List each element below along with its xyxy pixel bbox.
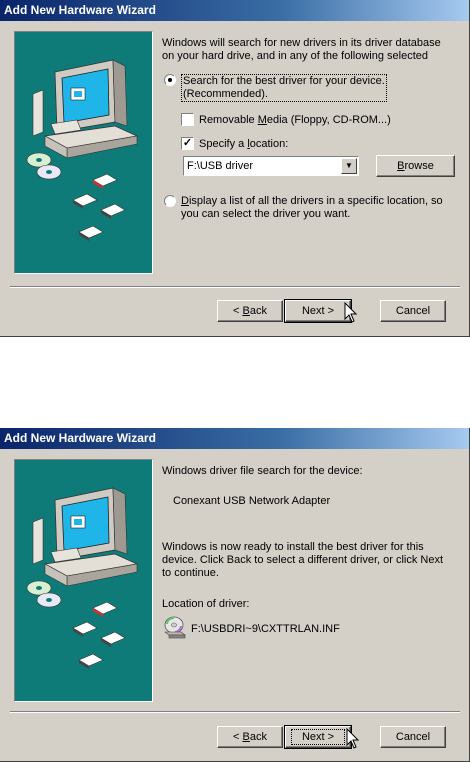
separator — [10, 286, 460, 288]
button-label: Next > — [301, 731, 335, 743]
location-value: F:\USB driver — [187, 160, 254, 172]
accelerator-key: D — [181, 195, 189, 207]
button-label: Next > — [301, 305, 335, 317]
next-button[interactable]: Next > — [284, 299, 352, 323]
intro-text-line1: Windows will search for new drivers in i… — [162, 37, 441, 49]
button-label: ack — [249, 731, 267, 743]
cd-drive-icon — [164, 616, 186, 639]
cancel-button[interactable]: Cancel — [380, 300, 446, 322]
wizard-illustration — [14, 31, 153, 274]
title-bar: Add New Hardware Wizard — [0, 0, 469, 21]
button-label: < — [233, 305, 243, 317]
removable-media-label[interactable]: Removable Media (Floppy, CD-ROM...) — [199, 114, 391, 127]
button-label: ack — [249, 305, 267, 317]
back-button[interactable]: < Back — [217, 726, 283, 748]
accelerator-key: B — [397, 160, 405, 172]
specify-location-checkbox[interactable]: ✓ — [181, 137, 194, 150]
display-list-label[interactable]: Display a list of all the drivers in a s… — [181, 195, 443, 221]
device-name: Conexant USB Network Adapter — [173, 495, 331, 507]
specify-location-label[interactable]: Specify a location: — [199, 138, 288, 151]
next-button[interactable]: Next > — [284, 725, 352, 749]
search-best-driver-label[interactable]: Search for the best driver for your devi… — [181, 74, 387, 102]
search-label: Windows driver file search for the devic… — [162, 465, 363, 477]
accelerator-key: B — [242, 731, 250, 743]
focus-rectangle: Next > — [290, 729, 346, 745]
wizard-illustration — [14, 459, 153, 702]
button-label: < — [233, 731, 243, 743]
radio-display-list[interactable] — [164, 195, 176, 207]
display-list-text-line2: you can select the driver you want. — [181, 208, 351, 220]
button-label: Cancel — [395, 305, 431, 317]
back-button[interactable]: < Back — [217, 300, 283, 322]
wizard-dialog-search: Add New Hardware Wizard Windows will sea… — [0, 0, 470, 337]
dropdown-arrow-icon[interactable]: ▼ — [341, 158, 357, 174]
title-bar: Add New Hardware Wizard — [0, 428, 469, 449]
radio-search-best-driver[interactable] — [164, 74, 176, 86]
cancel-button[interactable]: Cancel — [380, 726, 446, 748]
button-label: rowse — [404, 160, 434, 172]
mouse-pointer-icon — [346, 728, 360, 749]
mouse-pointer-icon — [344, 302, 358, 323]
label-part: Removable — [199, 114, 258, 126]
search-best-driver-text-line2: (Recommended). — [183, 88, 268, 100]
button-label: Cancel — [395, 731, 431, 743]
search-best-driver-text-line1: Search for the best driver for your devi… — [183, 75, 385, 87]
radio-selected-dot — [168, 78, 172, 82]
accelerator-key: B — [242, 305, 250, 317]
separator — [10, 711, 460, 713]
driver-path: F:\USBDRI~9\CXTTRLAN.INF — [191, 623, 340, 635]
wizard-dialog-ready: Add New Hardware Wizard Windows driver f… — [0, 428, 470, 762]
browse-button[interactable]: Browse — [376, 155, 455, 177]
ready-text-line2: device. Click Back to select a different… — [162, 554, 444, 566]
label-part: edia (Floppy, CD-ROM...) — [266, 114, 391, 126]
accelerator-key: M — [257, 114, 267, 126]
removable-media-checkbox[interactable] — [181, 113, 194, 126]
ready-text-line3: to continue. — [162, 567, 219, 579]
display-list-text-line1: isplay a list of all the drivers in a sp… — [188, 195, 443, 207]
label-part: ocation: — [249, 138, 289, 150]
label-part: Specify a — [199, 138, 248, 150]
location-combobox[interactable]: F:\USB driver ▼ — [183, 156, 359, 176]
ready-text-line1: Windows is now ready to install the best… — [162, 541, 424, 553]
intro-text-line2: on your hard drive, and in any of the fo… — [162, 50, 428, 62]
location-label: Location of driver: — [162, 598, 250, 610]
